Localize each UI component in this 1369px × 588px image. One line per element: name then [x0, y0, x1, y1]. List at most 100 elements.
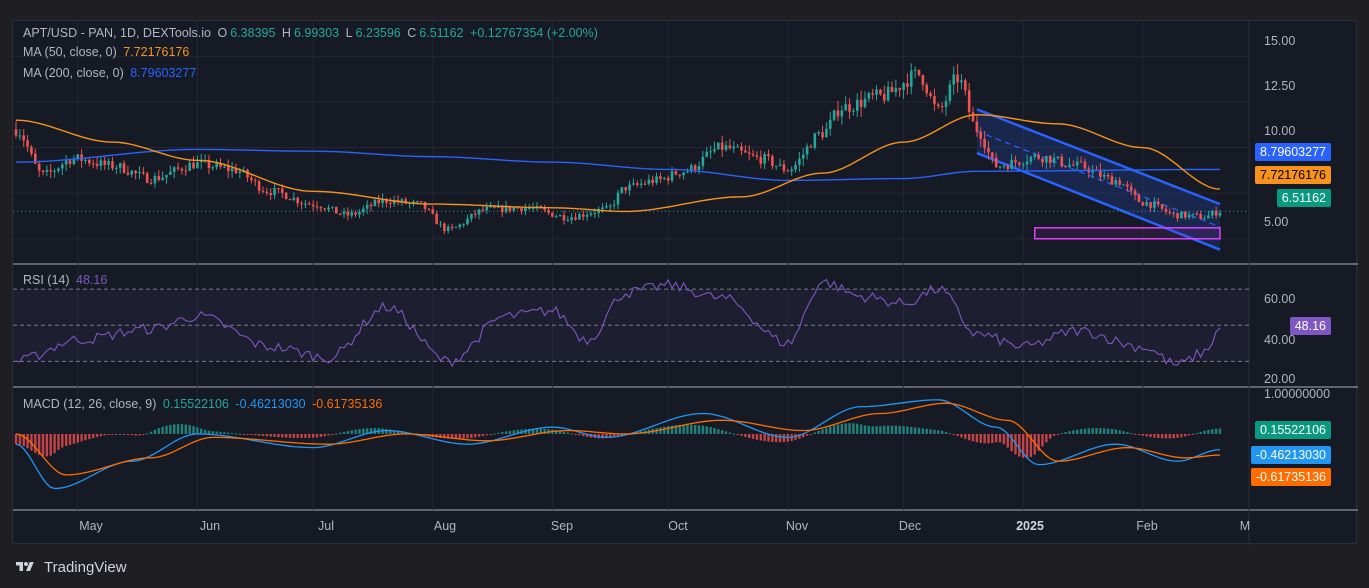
candle-body — [284, 192, 288, 200]
candle-body — [1214, 211, 1218, 216]
candle-body — [91, 163, 95, 165]
macd-histogram-bar — [223, 432, 226, 434]
ma50-legend[interactable]: MA (50, close, 0) 7.72176176 — [23, 44, 192, 61]
candle-body — [898, 88, 902, 90]
candle-body — [280, 188, 284, 193]
candle-body — [655, 176, 658, 183]
chart-frame[interactable]: APT/USD - PAN, 1D, DEXTools.io O 6.38395 … — [12, 20, 1358, 545]
candle-body — [76, 154, 80, 159]
macd-histogram-bar — [1137, 433, 1141, 435]
chart-canvas[interactable] — [13, 21, 1358, 545]
candle-body — [277, 188, 280, 190]
candle-body — [763, 154, 766, 164]
macd-histogram-bar — [346, 431, 350, 434]
candle-body — [57, 168, 60, 172]
macd-histogram-bar — [118, 433, 122, 435]
candle-body — [1126, 184, 1129, 187]
macd-histogram-bar — [176, 424, 180, 434]
macd-histogram-bar — [1130, 433, 1133, 435]
macd-histogram-bar — [257, 433, 261, 436]
macd-histogram-bar — [693, 424, 697, 434]
candle-body — [801, 154, 805, 159]
macd-histogram-bar — [254, 433, 257, 436]
macd-histogram-bar — [782, 433, 786, 443]
macd-histogram-bar — [385, 428, 388, 434]
macd-histogram-bar — [470, 433, 473, 438]
candle-body — [1114, 180, 1118, 185]
candle-body — [562, 215, 566, 221]
candle-body — [315, 206, 319, 208]
candle-body — [439, 223, 442, 225]
macd-histogram-bar — [582, 433, 585, 437]
macd-histogram-bar — [1126, 432, 1129, 434]
macd-histogram-bar — [165, 425, 168, 434]
high-value: 6.99303 — [293, 26, 340, 40]
candle-body — [747, 152, 751, 154]
candle-body — [906, 83, 909, 87]
macd-histogram-bar — [273, 433, 276, 437]
candle-body — [466, 218, 469, 225]
candle-body — [1207, 215, 1210, 219]
macd-histogram-bar — [697, 425, 701, 434]
macd-histogram-bar — [169, 424, 172, 434]
macd-histogram-bar — [458, 433, 461, 439]
candle-body — [230, 168, 234, 172]
candle-body — [1048, 155, 1052, 164]
macd-histogram-bar — [1211, 429, 1214, 434]
low-label: L — [345, 26, 353, 40]
macd-histogram-bar — [34, 433, 37, 453]
macd-histogram-bar — [883, 425, 886, 434]
macd-histogram-bar — [809, 433, 813, 435]
macd-histogram-bar — [1157, 433, 1160, 439]
macd-histogram-bar — [149, 431, 153, 434]
macd-histogram-bar — [107, 433, 110, 435]
rsi-legend[interactable]: RSI (14) 48.16 — [23, 272, 110, 289]
macd-histogram-bar — [921, 428, 925, 434]
close-label: C — [407, 26, 417, 40]
macd-histogram-bar — [250, 433, 253, 435]
macd-histogram-bar — [1072, 430, 1075, 434]
candle-body — [736, 146, 739, 148]
macd-histogram-bar — [72, 433, 76, 444]
candle-body — [419, 201, 423, 203]
candle-body — [138, 172, 141, 174]
candle-body — [543, 208, 546, 211]
candle-body — [238, 171, 242, 174]
macd-histogram-bar — [913, 427, 917, 434]
macd-histogram-bar — [103, 433, 106, 436]
candle-body — [373, 199, 377, 207]
x-tick-may: May — [79, 519, 103, 533]
candle-body — [1106, 174, 1110, 177]
macd-histogram-bar — [709, 427, 712, 434]
candle-body — [130, 170, 134, 175]
macd-histogram-bar — [836, 424, 840, 434]
macd-histogram-bar — [80, 433, 83, 442]
candle-body — [1052, 157, 1056, 164]
candle-body — [1145, 202, 1148, 206]
candle-body — [226, 166, 230, 172]
candle-body — [991, 152, 994, 158]
candle-body — [1102, 174, 1106, 177]
macd-histogram-bar — [41, 433, 45, 457]
annotations — [13, 108, 1249, 251]
candle-body — [37, 163, 41, 171]
candle-body — [458, 224, 462, 227]
candle-body — [134, 170, 137, 174]
macd-histogram-bar — [319, 433, 323, 437]
macd-legend[interactable]: MACD (12, 26, close, 9) 0.15522106 -0.46… — [23, 396, 385, 413]
candle-body — [547, 210, 550, 213]
macd-histogram-bar — [284, 433, 288, 438]
candle-body — [1122, 184, 1125, 186]
candle-body — [1133, 190, 1137, 196]
macd-histogram-bar — [717, 429, 720, 434]
candle-body — [960, 80, 963, 83]
candle-body — [624, 187, 628, 191]
candle-body — [701, 156, 705, 167]
macd-histogram-bar — [501, 432, 504, 434]
candle-body — [867, 93, 871, 99]
candle-body — [612, 204, 616, 206]
candle-body — [647, 179, 651, 184]
ma200-legend[interactable]: MA (200, close, 0) 8.79603277 — [23, 65, 199, 82]
candle-body — [1056, 156, 1060, 158]
macd-histogram-bar — [1087, 428, 1090, 434]
